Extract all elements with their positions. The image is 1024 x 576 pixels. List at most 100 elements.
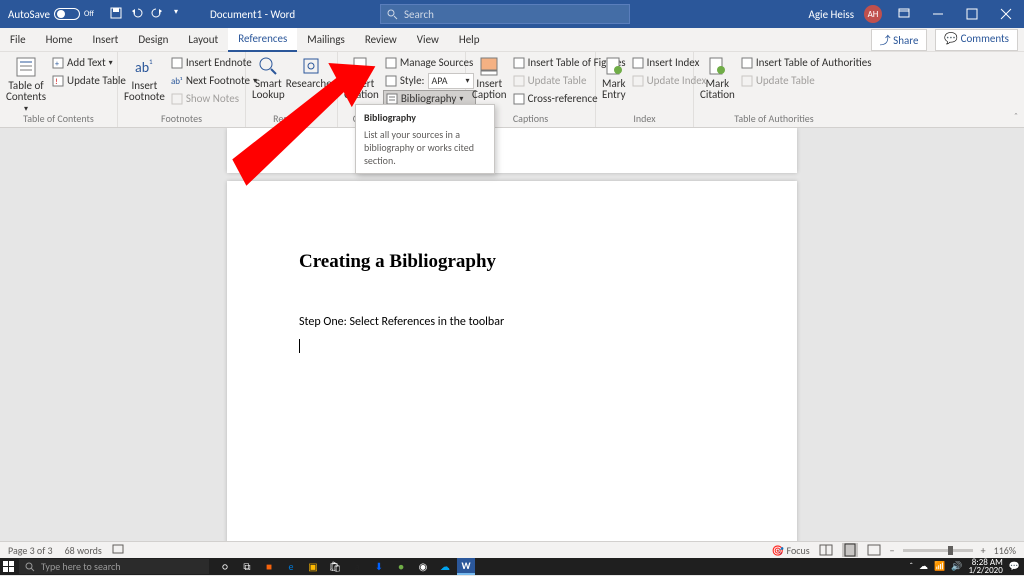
explorer-icon[interactable]: ▣: [303, 558, 323, 575]
smart-lookup-icon: [258, 56, 278, 76]
print-layout-icon[interactable]: [842, 543, 858, 557]
app-icon[interactable]: a: [347, 558, 367, 575]
spell-check-icon[interactable]: [112, 543, 124, 558]
page-count[interactable]: Page 3 of 3: [8, 544, 53, 557]
search-input[interactable]: Search: [380, 4, 630, 24]
taskbar-search[interactable]: Type here to search: [19, 559, 209, 574]
svg-text:ab: ab: [135, 59, 149, 76]
undo-icon[interactable]: [130, 7, 144, 22]
insert-toa-button[interactable]: Insert Table of Authorities: [739, 54, 874, 71]
app-icon[interactable]: ●: [391, 558, 411, 575]
autosave-state: Off: [84, 9, 94, 19]
annotation-arrow: [220, 80, 390, 200]
autosave-label: AutoSave: [8, 8, 50, 21]
zoom-slider[interactable]: [903, 549, 973, 552]
save-icon[interactable]: [110, 7, 122, 22]
document-area[interactable]: Creating a Bibliography Step One: Select…: [0, 128, 1024, 541]
taskbar-pinned-apps: ○ ⧉ ■ e ▣ 🛍 a ⬇ ● ◉ ☁ W: [215, 558, 475, 575]
menubar: File Home Insert Design Layout Reference…: [0, 28, 1024, 52]
zoom-in-button[interactable]: +: [981, 544, 986, 557]
search-icon: [25, 562, 35, 572]
web-layout-icon[interactable]: [866, 543, 882, 557]
qat-dropdown-icon[interactable]: ▾: [174, 7, 178, 22]
group-label: Table of Authorities: [694, 112, 854, 125]
onedrive-icon[interactable]: ☁: [919, 561, 928, 572]
zoom-level[interactable]: 116%: [994, 544, 1016, 557]
app-icon[interactable]: ☁: [435, 558, 455, 575]
autosave-toggle[interactable]: AutoSave Off: [8, 8, 94, 21]
mark-citation-button[interactable]: Mark Citation: [700, 54, 735, 112]
cortana-icon[interactable]: ○: [215, 558, 235, 575]
zoom-out-button[interactable]: −: [890, 544, 895, 557]
chrome-icon[interactable]: ◉: [413, 558, 433, 575]
start-button[interactable]: [0, 558, 17, 575]
table-of-contents-button[interactable]: Table of Contents▾: [6, 54, 46, 112]
toggle-off-icon[interactable]: [54, 8, 80, 20]
collapse-ribbon-icon[interactable]: ˆ: [1014, 110, 1018, 123]
ribbon-options-icon[interactable]: [892, 0, 916, 28]
group-toa: Mark Citation Insert Table of Authoritie…: [694, 52, 854, 127]
user-name[interactable]: Agie Heiss: [809, 8, 854, 21]
word-count[interactable]: 68 words: [65, 544, 102, 557]
read-mode-icon[interactable]: [818, 543, 834, 557]
group-label: Index: [596, 112, 693, 125]
close-icon[interactable]: [994, 0, 1018, 28]
search-icon: [387, 9, 398, 20]
tab-mailings[interactable]: Mailings: [297, 28, 355, 52]
quick-access-toolbar: ▾: [110, 7, 178, 22]
tab-home[interactable]: Home: [36, 28, 83, 52]
researcher-icon: [301, 56, 321, 76]
tab-help[interactable]: Help: [449, 28, 490, 52]
tab-design[interactable]: Design: [128, 28, 178, 52]
titlebar: AutoSave Off ▾ Document1 - Word Search A…: [0, 0, 1024, 28]
tab-view[interactable]: View: [407, 28, 449, 52]
add-text-button[interactable]: +Add Text▾: [50, 54, 128, 71]
update-toa-button[interactable]: Update Table: [739, 72, 874, 89]
minimize-icon[interactable]: [926, 0, 950, 28]
tab-layout[interactable]: Layout: [178, 28, 228, 52]
tab-review[interactable]: Review: [355, 28, 407, 52]
svg-text:+: +: [55, 59, 59, 69]
doc-heading: Creating a Bibliography: [299, 251, 725, 273]
tab-insert[interactable]: Insert: [83, 28, 129, 52]
tray-chevron-icon[interactable]: ˆ: [909, 561, 913, 572]
mark-entry-button[interactable]: Mark Entry: [602, 54, 626, 112]
tab-references[interactable]: References: [228, 28, 297, 52]
share-button[interactable]: ⤴ Share: [871, 29, 928, 51]
edge-icon[interactable]: e: [281, 558, 301, 575]
taskbar-search-placeholder: Type here to search: [41, 560, 121, 573]
comments-button[interactable]: 💬 Comments: [935, 29, 1018, 51]
tab-file[interactable]: File: [0, 28, 36, 52]
app-icon[interactable]: ⬇: [369, 558, 389, 575]
avatar[interactable]: AH: [864, 5, 882, 23]
update-table-button[interactable]: !Update Table: [50, 72, 128, 89]
ribbon: Table of Contents▾ +Add Text▾ !Update Ta…: [0, 52, 1024, 128]
document-page[interactable]: Creating a Bibliography Step One: Select…: [227, 181, 797, 541]
insert-footnote-button[interactable]: ab1 Insert Footnote: [124, 54, 165, 112]
group-label: Table of Contents: [0, 112, 117, 125]
system-tray: ˆ ☁ 📶 🔊 8:28 AM 1/2/2020 💬: [909, 559, 1020, 575]
clock[interactable]: 8:28 AM 1/2/2020: [968, 559, 1002, 575]
focus-mode-button[interactable]: 🎯 Focus: [772, 544, 810, 557]
statusbar: Page 3 of 3 68 words 🎯 Focus − + 116%: [0, 541, 1024, 558]
task-view-icon[interactable]: ⧉: [237, 558, 257, 575]
svg-text:1: 1: [149, 57, 153, 66]
volume-icon[interactable]: 🔊: [951, 561, 962, 572]
maximize-icon[interactable]: [960, 0, 984, 28]
citation-style-select[interactable]: Style:APA▾: [383, 72, 476, 89]
wifi-icon[interactable]: 📶: [934, 561, 945, 572]
document-title: Document1 - Word: [210, 0, 295, 28]
search-placeholder: Search: [404, 8, 434, 21]
store-icon[interactable]: 🛍: [325, 558, 345, 575]
notifications-icon[interactable]: 💬: [1009, 561, 1020, 572]
doc-line-1: Step One: Select References in the toolb…: [299, 315, 725, 329]
word-icon[interactable]: W: [457, 558, 475, 575]
text-cursor: [299, 339, 300, 353]
windows-taskbar: Type here to search ○ ⧉ ■ e ▣ 🛍 a ⬇ ● ◉ …: [0, 558, 1024, 575]
group-index: Mark Entry Insert Index Update Index Ind…: [596, 52, 694, 127]
group-toc: Table of Contents▾ +Add Text▾ !Update Ta…: [0, 52, 118, 127]
app-icon[interactable]: ■: [259, 558, 279, 575]
svg-text:!: !: [55, 77, 58, 87]
redo-icon[interactable]: [152, 7, 166, 22]
manage-sources-button[interactable]: Manage Sources: [383, 54, 476, 71]
